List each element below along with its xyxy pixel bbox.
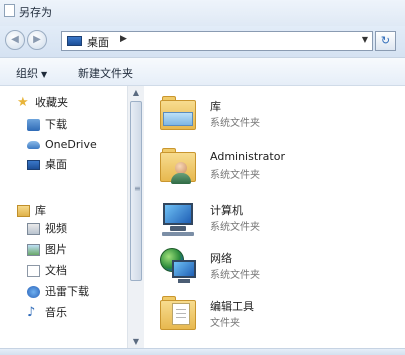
navigation-bar: ◀ ▶ 桌面 ▶ ▼ ↻ — [0, 26, 405, 58]
desktop-icon — [27, 160, 40, 170]
back-arrow-icon: ◀ — [11, 34, 19, 45]
organize-label: 组织 — [16, 67, 38, 80]
file-list: 库 系统文件夹 Administrator 系统文件夹 计算机 系统文件夹 网络… — [144, 86, 405, 348]
list-item-network[interactable]: 网络 系统文件夹 — [158, 246, 398, 290]
item-name: 编辑工具 — [210, 300, 254, 313]
library-folder-icon — [158, 94, 198, 134]
new-folder-button[interactable]: 新建文件夹 — [78, 65, 133, 81]
item-type: 系统文件夹 — [210, 170, 260, 181]
sidebar-group-label: 库 — [35, 204, 46, 217]
address-bar[interactable]: 桌面 ▶ ▼ — [61, 31, 373, 51]
item-name: 网络 — [210, 252, 232, 265]
grip-icon: ≡ — [134, 184, 141, 193]
list-item-editing-tools[interactable]: 编辑工具 文件夹 — [158, 294, 398, 338]
forward-arrow-icon: ▶ — [33, 34, 41, 45]
sidebar-scrollbar[interactable]: ▲ ≡ ▼ — [127, 86, 144, 348]
picture-icon — [27, 244, 40, 256]
refresh-button[interactable]: ↻ — [375, 31, 396, 51]
desktop-icon — [67, 36, 82, 46]
command-toolbar: 组织 ▼ 新建文件夹 — [0, 58, 405, 86]
list-item-computer[interactable]: 计算机 系统文件夹 — [158, 198, 398, 242]
item-name: 库 — [210, 100, 221, 113]
back-button[interactable]: ◀ — [5, 30, 25, 50]
item-name: Administrator — [210, 150, 285, 163]
computer-icon — [158, 198, 198, 238]
sidebar-group-label: 收藏夹 — [35, 96, 68, 109]
address-dropdown-icon[interactable]: ▼ — [362, 35, 368, 44]
cloud-icon — [27, 141, 40, 149]
item-name: 计算机 — [210, 204, 243, 217]
sidebar-item-label: 桌面 — [45, 158, 67, 171]
organize-button[interactable]: 组织 ▼ — [16, 65, 47, 81]
title-bar: 另存为 — [0, 0, 405, 26]
forward-button[interactable]: ▶ — [27, 30, 47, 50]
scroll-up-icon[interactable]: ▲ — [128, 86, 144, 99]
sidebar-item-label: 图片 — [45, 243, 67, 256]
star-icon: ★ — [17, 95, 29, 110]
scroll-down-icon[interactable]: ▼ — [128, 335, 144, 348]
thunder-icon — [27, 286, 40, 298]
address-location: 桌面 — [87, 36, 109, 49]
library-icon — [17, 205, 30, 217]
sidebar-item-label: 文档 — [45, 264, 67, 277]
item-type: 系统文件夹 — [210, 118, 260, 129]
music-icon: ♪ — [27, 305, 36, 320]
download-icon — [27, 119, 40, 131]
user-folder-icon — [158, 146, 198, 186]
sidebar-item-label: OneDrive — [45, 138, 97, 151]
list-item-administrator[interactable]: Administrator 系统文件夹 — [158, 146, 398, 190]
breadcrumb-chevron-icon[interactable]: ▶ — [120, 34, 127, 44]
list-item-libraries[interactable]: 库 系统文件夹 — [158, 94, 398, 138]
window-icon — [4, 4, 15, 17]
folder-icon — [158, 294, 198, 334]
document-icon — [27, 265, 40, 277]
scroll-thumb[interactable]: ≡ — [130, 101, 142, 281]
item-type: 系统文件夹 — [210, 270, 260, 281]
chevron-down-icon: ▼ — [41, 70, 48, 79]
sidebar-item-label: 迅雷下载 — [45, 285, 89, 298]
window-title: 另存为 — [19, 6, 52, 19]
item-type: 系统文件夹 — [210, 222, 260, 233]
item-type: 文件夹 — [210, 318, 240, 329]
refresh-icon: ↻ — [380, 34, 391, 47]
sidebar-item-label: 下载 — [45, 118, 67, 131]
sidebar-item-label: 视频 — [45, 222, 67, 235]
sidebar-item-label: 音乐 — [45, 306, 67, 319]
navigation-pane: ★ 收藏夹 下载 OneDrive 桌面 库 视频 图片 文档 迅雷下载 ♪ 音… — [0, 86, 127, 348]
network-icon — [158, 246, 198, 286]
video-icon — [27, 223, 40, 235]
